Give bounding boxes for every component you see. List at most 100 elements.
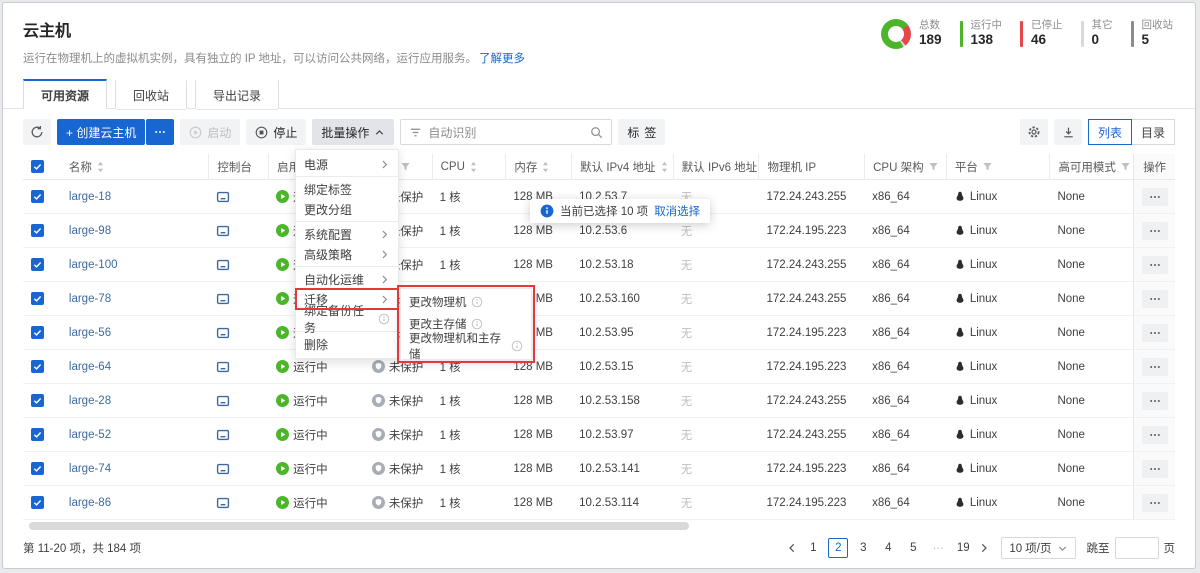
- menu-item-高级策略[interactable]: 高级策略: [296, 244, 398, 264]
- cell-power-state: 运行中: [268, 384, 364, 417]
- create-more-button[interactable]: [146, 119, 175, 145]
- search-box[interactable]: 自动识别: [400, 119, 613, 145]
- stop-button[interactable]: 停止: [246, 119, 307, 145]
- vm-name-link[interactable]: large-64: [69, 361, 111, 373]
- sort-icon[interactable]: [469, 161, 478, 173]
- prev-page-button[interactable]: [786, 542, 798, 554]
- info-icon: [471, 296, 483, 308]
- linux-icon: [954, 360, 966, 373]
- view-list-button[interactable]: 列表: [1088, 119, 1132, 145]
- row-checkbox[interactable]: [31, 292, 44, 305]
- export-button[interactable]: [1054, 119, 1082, 145]
- tab-recycle-bin[interactable]: 回收站: [115, 79, 188, 110]
- row-checkbox[interactable]: [31, 326, 44, 339]
- jump-page-input[interactable]: [1114, 537, 1159, 559]
- menu-item-绑定标签[interactable]: 绑定标签: [296, 179, 398, 199]
- row-checkbox[interactable]: [31, 190, 44, 203]
- console-icon[interactable]: [216, 292, 230, 306]
- tab-export-records[interactable]: 导出记录: [195, 79, 280, 110]
- page-button-2[interactable]: 2: [828, 538, 849, 558]
- settings-button[interactable]: [1020, 119, 1048, 145]
- menu-item-删除[interactable]: 删除: [296, 334, 398, 354]
- sort-icon[interactable]: [541, 161, 550, 173]
- row-actions-button[interactable]: [1141, 187, 1168, 206]
- refresh-button[interactable]: [23, 119, 51, 145]
- row-actions-button[interactable]: [1141, 425, 1168, 444]
- row-actions-button[interactable]: [1141, 221, 1168, 240]
- stat-label: 运行中: [970, 19, 1003, 31]
- start-button[interactable]: 启动: [180, 119, 241, 145]
- console-icon[interactable]: [216, 326, 230, 340]
- page-button-19[interactable]: 19: [953, 538, 973, 558]
- console-icon[interactable]: [216, 258, 230, 272]
- row-checkbox[interactable]: [31, 224, 44, 237]
- filter-icon[interactable]: [1120, 161, 1131, 172]
- table-row-large-52: large-52 运行中 未保护 1 核 128 MB 10.2.53.97 无…: [23, 418, 1175, 452]
- menu-item-绑定备份任务[interactable]: 绑定备份任务: [296, 304, 398, 335]
- row-checkbox[interactable]: [31, 394, 44, 407]
- page-size-select[interactable]: 10 项/页: [1001, 537, 1076, 559]
- vm-name-link[interactable]: large-18: [69, 191, 111, 203]
- menu-item-更改分组[interactable]: 更改分组: [296, 199, 398, 219]
- create-vm-button[interactable]: + 创建云主机: [57, 119, 146, 145]
- batch-operations-button[interactable]: 批量操作: [312, 119, 395, 145]
- menu-item-电源[interactable]: 电源: [296, 154, 398, 174]
- console-icon[interactable]: [216, 224, 230, 238]
- tag-button[interactable]: 标签: [618, 119, 666, 145]
- vm-name-link[interactable]: large-74: [69, 463, 111, 475]
- row-actions-button[interactable]: [1141, 323, 1168, 342]
- horizontal-scrollbar-thumb[interactable]: [29, 522, 689, 530]
- column-label: CPU: [440, 160, 465, 173]
- row-checkbox[interactable]: [31, 428, 44, 441]
- row-actions-button[interactable]: [1141, 459, 1168, 478]
- console-icon[interactable]: [216, 394, 230, 408]
- deselect-link[interactable]: 取消选择: [654, 203, 700, 219]
- row-actions-button[interactable]: [1141, 289, 1168, 308]
- column-label: 控制台: [217, 161, 252, 174]
- cell-console: [208, 248, 268, 281]
- row-checkbox[interactable]: [31, 258, 44, 271]
- cell-ha-mode: None: [1057, 292, 1085, 305]
- console-icon[interactable]: [216, 496, 230, 510]
- console-icon[interactable]: [216, 428, 230, 442]
- cell-actions: [1133, 452, 1175, 485]
- vm-name-link[interactable]: large-56: [69, 327, 111, 339]
- filter-icon[interactable]: [982, 161, 993, 172]
- page-button-1[interactable]: 1: [803, 538, 823, 558]
- cell-power-state: 运行中: [268, 452, 364, 485]
- vm-name-link[interactable]: large-86: [69, 497, 111, 509]
- vm-name-link[interactable]: large-28: [69, 395, 111, 407]
- submenu-item-更改物理机和主存储[interactable]: 更改物理机和主存储: [401, 333, 531, 361]
- vm-name-link[interactable]: large-100: [69, 259, 118, 271]
- vm-name-link[interactable]: large-78: [69, 293, 111, 305]
- console-icon[interactable]: [216, 190, 230, 204]
- cell-select: [23, 418, 61, 451]
- vm-name-link[interactable]: large-98: [69, 225, 111, 237]
- submenu-item-更改物理机[interactable]: 更改物理机: [401, 291, 531, 313]
- row-actions-button[interactable]: [1141, 357, 1168, 376]
- view-catalog-button[interactable]: 目录: [1131, 119, 1175, 145]
- cell-power-state: 运行中: [268, 418, 364, 451]
- page-button-5[interactable]: 5: [903, 538, 923, 558]
- filter-icon[interactable]: [400, 161, 411, 172]
- menu-item-系统配置[interactable]: 系统配置: [296, 224, 398, 244]
- row-checkbox[interactable]: [31, 496, 44, 509]
- console-icon[interactable]: [216, 360, 230, 374]
- page-button-3[interactable]: 3: [853, 538, 873, 558]
- tab-available[interactable]: 可用资源: [23, 79, 108, 110]
- page-button-4[interactable]: 4: [878, 538, 898, 558]
- row-checkbox[interactable]: [31, 462, 44, 475]
- sort-icon[interactable]: [660, 161, 669, 173]
- row-checkbox[interactable]: [31, 360, 44, 373]
- filter-icon[interactable]: [928, 161, 939, 172]
- console-icon[interactable]: [216, 462, 230, 476]
- row-actions-button[interactable]: [1141, 493, 1168, 512]
- select-all-checkbox[interactable]: [31, 160, 44, 173]
- next-page-button[interactable]: [978, 542, 990, 554]
- row-actions-button[interactable]: [1141, 391, 1168, 410]
- row-actions-button[interactable]: [1141, 255, 1168, 274]
- sort-icon[interactable]: [96, 161, 105, 173]
- menu-item-自动化运维[interactable]: 自动化运维: [296, 269, 398, 289]
- learn-more-link[interactable]: 了解更多: [479, 53, 525, 65]
- vm-name-link[interactable]: large-52: [69, 429, 111, 441]
